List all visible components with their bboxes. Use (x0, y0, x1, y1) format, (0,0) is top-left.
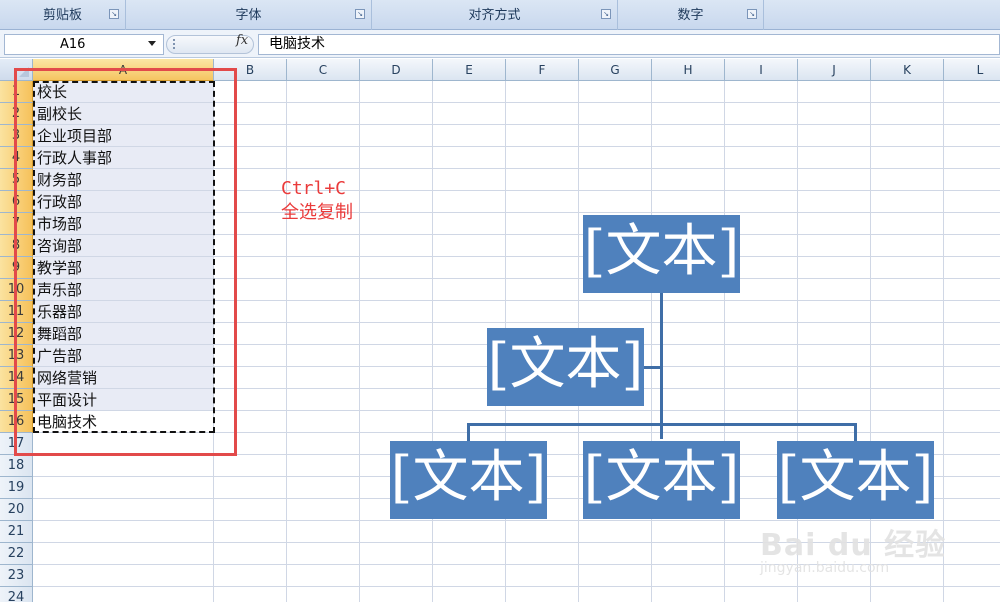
dialog-launcher-icon[interactable]: ↘ (109, 9, 119, 19)
annotation-instruction: 全选复制 (281, 202, 353, 223)
connector-line (467, 423, 470, 441)
row-header-21[interactable]: 21 (0, 521, 33, 543)
baidu-watermark: Bai du 经验 jingyan.baidu.com (760, 520, 946, 576)
row-header-23[interactable]: 23 (0, 565, 33, 587)
smartart-box-child-3[interactable]: [文本] (777, 441, 934, 519)
column-header-g[interactable]: G (579, 59, 652, 81)
chevron-down-icon[interactable] (148, 41, 156, 46)
smartart-box-assistant[interactable]: [文本] (487, 328, 644, 406)
smartart-box-child-1[interactable]: [文本] (390, 441, 547, 519)
ribbon-group-number[interactable]: 数字 ↘ (618, 0, 764, 30)
column-header-h[interactable]: H (652, 59, 725, 81)
column-header-i[interactable]: I (725, 59, 798, 81)
column-header-j[interactable]: J (798, 59, 871, 81)
dialog-launcher-icon[interactable]: ↘ (747, 9, 757, 19)
row-header-18[interactable]: 18 (0, 455, 33, 477)
smartart-box-child-2[interactable]: [文本] (583, 441, 740, 519)
gridline-vertical (651, 81, 652, 602)
ribbon-group-font[interactable]: 字体 ↘ (126, 0, 372, 30)
ribbon-group-clipboard[interactable]: 剪贴板 ↘ (0, 0, 126, 30)
column-header-f[interactable]: F (506, 59, 579, 81)
row-header-20[interactable]: 20 (0, 499, 33, 521)
connector-line (467, 423, 857, 426)
gridline-vertical (724, 81, 725, 602)
dialog-launcher-icon[interactable]: ↘ (601, 9, 611, 19)
ribbon-group-bar: 剪贴板 ↘ 字体 ↘ 对齐方式 ↘ 数字 ↘ (0, 0, 1000, 30)
formula-input[interactable]: 电脑技术 (258, 34, 1000, 55)
annotation: Ctrl+C 全选复制 (281, 177, 353, 225)
smartart-box-top[interactable]: [文本] (583, 215, 740, 293)
column-header-e[interactable]: E (433, 59, 506, 81)
column-header-k[interactable]: K (871, 59, 944, 81)
grip-icon (173, 39, 179, 49)
ribbon-group-alignment[interactable]: 对齐方式 ↘ (372, 0, 618, 30)
row-header-22[interactable]: 22 (0, 543, 33, 565)
dialog-launcher-icon[interactable]: ↘ (355, 9, 365, 19)
connector-line (644, 366, 662, 369)
annotation-shortcut: Ctrl+C (281, 178, 347, 199)
gridline-vertical (359, 81, 360, 602)
gridline-vertical (432, 81, 433, 602)
ribbon-group-clipboard-label: 剪贴板 (42, 8, 82, 23)
ribbon-group-number-label: 数字 (677, 8, 704, 23)
insert-function-icon[interactable]: fx (236, 33, 248, 48)
gridline-vertical (286, 81, 287, 602)
row-header-19[interactable]: 19 (0, 477, 33, 499)
name-box[interactable]: A16 (4, 34, 164, 55)
watermark-brand: Bai du 经验 (760, 528, 947, 563)
highlight-box (14, 68, 237, 456)
connector-line (854, 423, 857, 441)
row-header-24[interactable]: 24 (0, 587, 33, 602)
formula-bar: A16 fx 电脑技术 (0, 30, 1000, 58)
column-header-c[interactable]: C (287, 59, 360, 81)
column-header-l[interactable]: L (944, 59, 1000, 81)
gridline-horizontal (33, 586, 1000, 587)
ribbon-group-alignment-label: 对齐方式 (468, 8, 521, 23)
ribbon-group-font-label: 字体 (235, 8, 262, 23)
column-header-d[interactable]: D (360, 59, 433, 81)
